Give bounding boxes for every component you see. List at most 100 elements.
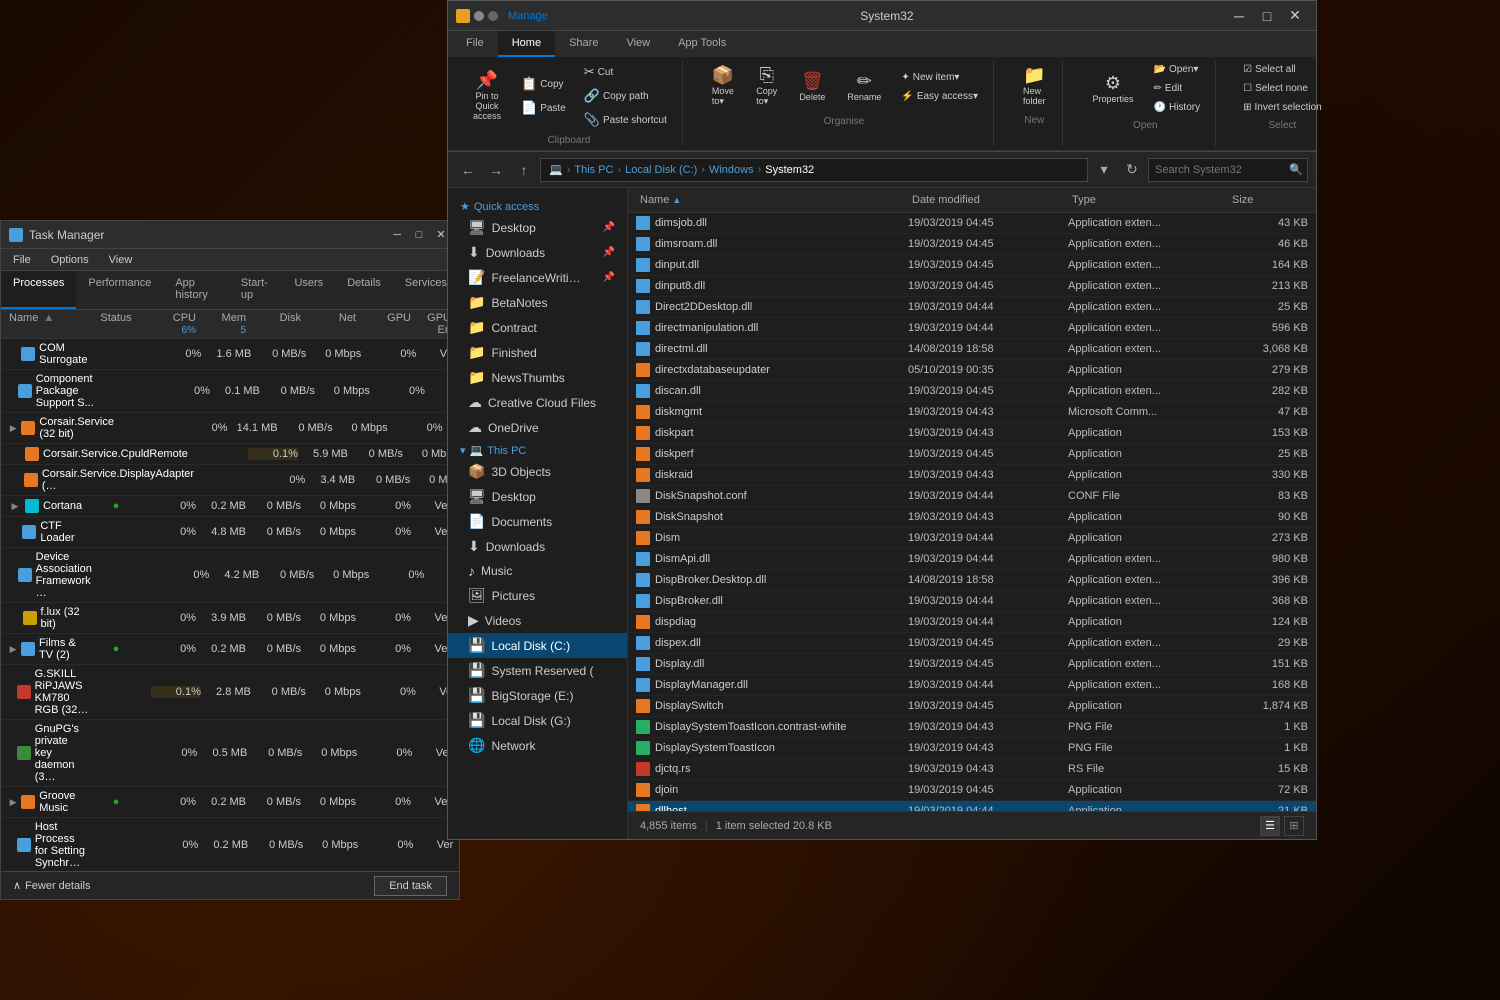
- menu-file[interactable]: File: [5, 252, 39, 268]
- history-button[interactable]: 🕐 History: [1147, 99, 1208, 116]
- ribbon-tab-file[interactable]: File: [452, 31, 498, 57]
- ribbon-tab-apptools[interactable]: App Tools: [664, 31, 740, 57]
- sidebar-item-contract[interactable]: 📁 Contract: [448, 315, 627, 340]
- process-row[interactable]: ▶ Films & TV (2) ● 0% 0.2 MB 0 MB/s 0 Mb…: [1, 634, 459, 665]
- header-date[interactable]: Date modified: [908, 192, 1068, 208]
- file-row[interactable]: Dism 19/03/2019 04:44 Application 273 KB: [628, 528, 1316, 549]
- breadcrumb-down-button[interactable]: ▾: [1092, 158, 1116, 182]
- properties-button[interactable]: ⚙ Properties: [1083, 69, 1142, 109]
- forward-button[interactable]: →: [484, 158, 508, 182]
- sidebar-item-newsthumbs[interactable]: 📁 NewsThumbs: [448, 365, 627, 390]
- tab-details[interactable]: Details: [335, 271, 393, 309]
- open-button[interactable]: 📂 Open▾: [1147, 61, 1208, 78]
- sidebar-item-documents[interactable]: 📄 Documents: [448, 509, 627, 534]
- ribbon-tab-share[interactable]: Share: [555, 31, 612, 57]
- process-row[interactable]: GnuPG's private key daemon (3… 0% 0.5 MB…: [1, 720, 459, 787]
- file-row[interactable]: dispex.dll 19/03/2019 04:45 Application …: [628, 633, 1316, 654]
- file-row[interactable]: diskpart 19/03/2019 04:43 Application 15…: [628, 423, 1316, 444]
- fe-minimize-button[interactable]: ─: [1226, 4, 1252, 28]
- col-cpu[interactable]: CPU6%: [146, 312, 196, 336]
- file-row[interactable]: DispBroker.dll 19/03/2019 04:44 Applicat…: [628, 591, 1316, 612]
- up-button[interactable]: ↑: [512, 158, 536, 182]
- fewer-details-button[interactable]: ∧ Fewer details: [13, 879, 90, 892]
- sidebar-item-betanotes[interactable]: 📁 BetaNotes: [448, 290, 627, 315]
- process-row[interactable]: G.SKILL RiPJAWS KM780 RGB (32… 0.1% 2.8 …: [1, 665, 459, 720]
- process-row[interactable]: Corsair.Service.CpuldRemote 0.1% 5.9 MB …: [1, 444, 459, 465]
- file-row[interactable]: dllhost 19/03/2019 04:44 Application 21 …: [628, 801, 1316, 811]
- ribbon-tab-home[interactable]: Home: [498, 31, 555, 57]
- sidebar-item-desktop2[interactable]: 🖥 Desktop: [448, 484, 627, 509]
- sidebar-item-downloads[interactable]: ⬇ Downloads 📌: [448, 240, 627, 265]
- tiles-view-button[interactable]: ⊞: [1284, 816, 1304, 836]
- expand-arrow[interactable]: ▶: [9, 796, 17, 808]
- header-name[interactable]: Name ▲: [636, 192, 908, 208]
- process-row[interactable]: ▶ Cortana ● 0% 0.2 MB 0 MB/s 0 Mbps 0% V…: [1, 496, 459, 517]
- easyaccess-button[interactable]: ⚡ Easy access▾: [894, 88, 985, 105]
- maximize-button[interactable]: □: [409, 227, 429, 243]
- col-gpuen[interactable]: GPU En: [411, 312, 451, 336]
- sidebar-item-finished[interactable]: 📁 Finished: [448, 340, 627, 365]
- process-row[interactable]: f.lux (32 bit) 0% 3.9 MB 0 MB/s 0 Mbps 0…: [1, 603, 459, 634]
- tab-performance[interactable]: Performance: [76, 271, 163, 309]
- process-row[interactable]: Device Association Framework … 0% 4.2 MB…: [1, 548, 459, 603]
- fe-close-button[interactable]: ✕: [1282, 4, 1308, 28]
- newitem-button[interactable]: ✦ New item▾: [894, 69, 985, 86]
- file-row[interactable]: DisplaySystemToastIcon 19/03/2019 04:43 …: [628, 738, 1316, 759]
- sidebar-item-network[interactable]: 🌐 Network: [448, 733, 627, 758]
- breadcrumb-thispc[interactable]: This PC: [574, 164, 613, 176]
- rename-button[interactable]: ✏ Rename: [838, 67, 890, 107]
- file-row[interactable]: djoin 19/03/2019 04:45 Application 72 KB: [628, 780, 1316, 801]
- selectnone-button[interactable]: ☐ Select none: [1236, 80, 1329, 97]
- col-mem[interactable]: Mem5: [196, 312, 246, 336]
- tab-processes[interactable]: Processes: [1, 271, 76, 309]
- selectall-button[interactable]: ☑ Select all: [1236, 61, 1329, 78]
- sidebar-item-bigstorage[interactable]: 💾 BigStorage (E:): [448, 683, 627, 708]
- menu-options[interactable]: Options: [43, 252, 97, 268]
- file-row[interactable]: diskmgmt 19/03/2019 04:43 Microsoft Comm…: [628, 402, 1316, 423]
- sidebar-item-videos[interactable]: ▶ Videos: [448, 608, 627, 633]
- file-row[interactable]: dinput.dll 19/03/2019 04:45 Application …: [628, 255, 1316, 276]
- file-row[interactable]: Direct2DDesktop.dll 19/03/2019 04:44 App…: [628, 297, 1316, 318]
- ribbon-tab-view[interactable]: View: [612, 31, 664, 57]
- header-size[interactable]: Size: [1228, 192, 1308, 208]
- copypath-button[interactable]: 🔗 Copy path: [577, 85, 674, 107]
- file-row[interactable]: diskraid 19/03/2019 04:43 Application 33…: [628, 465, 1316, 486]
- paste-button[interactable]: 📄 Paste: [514, 97, 573, 119]
- newfolder-button[interactable]: 📁 New folder: [1014, 61, 1055, 111]
- breadcrumb-localdisk[interactable]: Local Disk (C:): [625, 164, 697, 176]
- header-type[interactable]: Type: [1068, 192, 1228, 208]
- delete-button[interactable]: 🗑 Delete: [790, 67, 834, 107]
- process-row[interactable]: COM Surrogate 0% 1.6 MB 0 MB/s 0 Mbps 0%…: [1, 339, 459, 370]
- process-row[interactable]: Corsair.Service.DisplayAdapter (… 0% 3.4…: [1, 465, 459, 496]
- invertselection-button[interactable]: ⊞ Invert selection: [1236, 99, 1329, 116]
- breadcrumb-windows[interactable]: Windows: [709, 164, 754, 176]
- details-view-button[interactable]: ☰: [1260, 816, 1280, 836]
- process-row[interactable]: Host Process for Setting Synchr… 0% 0.2 …: [1, 818, 459, 871]
- file-row[interactable]: DisplaySwitch 19/03/2019 04:45 Applicati…: [628, 696, 1316, 717]
- process-row[interactable]: ▶ Corsair.Service (32 bit) 0% 14.1 MB 0 …: [1, 413, 459, 444]
- file-row[interactable]: dimsjob.dll 19/03/2019 04:45 Application…: [628, 213, 1316, 234]
- sidebar-item-systemreserved[interactable]: 💾 System Reserved (: [448, 658, 627, 683]
- file-row[interactable]: dinput8.dll 19/03/2019 04:45 Application…: [628, 276, 1316, 297]
- process-row[interactable]: CTF Loader 0% 4.8 MB 0 MB/s 0 Mbps 0% Ve…: [1, 517, 459, 548]
- sidebar-item-localdiskg[interactable]: 💾 Local Disk (G:): [448, 708, 627, 733]
- fe-maximize-button[interactable]: □: [1254, 4, 1280, 28]
- pasteshortcut-button[interactable]: 📎 Paste shortcut: [577, 109, 674, 131]
- file-row[interactable]: discan.dll 19/03/2019 04:45 Application …: [628, 381, 1316, 402]
- file-row[interactable]: dimsroam.dll 19/03/2019 04:45 Applicatio…: [628, 234, 1316, 255]
- file-row[interactable]: DismApi.dll 19/03/2019 04:44 Application…: [628, 549, 1316, 570]
- pin-to-quickaccess-button[interactable]: 📌 Pin to Quick access: [464, 66, 510, 126]
- search-input[interactable]: [1155, 164, 1285, 176]
- expand-arrow[interactable]: ▶: [9, 422, 17, 434]
- file-row[interactable]: directxdatabaseupdater 05/10/2019 00:35 …: [628, 360, 1316, 381]
- edit-button[interactable]: ✏ Edit: [1147, 80, 1208, 97]
- sidebar-item-music[interactable]: ♪ Music: [448, 559, 627, 583]
- end-task-button[interactable]: End task: [374, 876, 447, 896]
- minimize-button[interactable]: ─: [387, 227, 407, 243]
- back-button[interactable]: ←: [456, 158, 480, 182]
- sidebar-item-creativecloud[interactable]: ☁ Creative Cloud Files: [448, 390, 627, 415]
- cut-button[interactable]: ✂ Cut: [577, 61, 674, 83]
- expand-arrow[interactable]: ▶: [9, 500, 21, 512]
- col-disk[interactable]: Disk: [246, 312, 301, 336]
- file-row[interactable]: directml.dll 14/08/2019 18:58 Applicatio…: [628, 339, 1316, 360]
